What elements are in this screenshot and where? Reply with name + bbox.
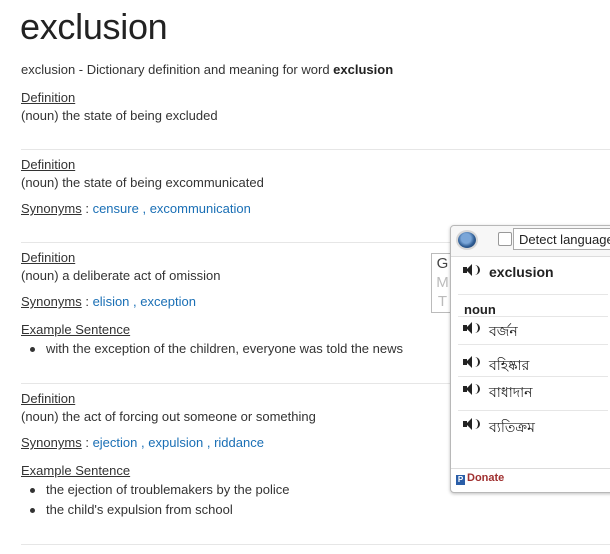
definition-text: (noun) a deliberate act of omission [21,268,221,283]
definition-label: Definition [21,250,76,265]
synonyms-row: Synonyms : censure , excommunication [21,201,251,216]
popup-divider [458,376,608,377]
page-subtitle: exclusion - Dictionary definition and me… [21,62,393,77]
subtitle-prefix: exclusion - Dictionary definition and me… [21,62,334,77]
speaker-icon[interactable] [463,263,480,277]
donate-label: Donate [467,472,505,484]
example-sentence: the ejection of troublemakers by the pol… [30,482,290,497]
example-sentence-label: Example Sentence [21,322,131,337]
synonyms-colon: : [81,294,89,309]
popup-footer-divider [451,468,610,469]
popup-word: exclusion [489,264,554,280]
synonyms-label: Synonyms [21,294,82,309]
example-sentence: the child's expulsion from school [30,502,233,517]
globe-icon[interactable] [458,232,476,248]
definition-label: Definition [21,157,76,172]
synonym-link[interactable]: censure [93,201,139,216]
definition-label: Definition [21,391,76,406]
synonyms-colon: : [81,201,89,216]
detect-language-checkbox[interactable] [498,232,512,246]
speaker-icon[interactable] [463,417,480,431]
definition-label: Definition [21,90,76,105]
popup-divider [458,344,608,345]
synonyms-row: Synonyms : elision , exception [21,294,196,309]
divider [21,544,610,545]
detect-language-select[interactable]: Detect language [513,228,610,250]
page-title: exclusion [20,6,168,47]
translation-item: বর্জন [489,323,518,339]
popup-divider [458,294,608,295]
divider [21,149,610,150]
speaker-icon[interactable] [463,355,480,369]
speaker-icon[interactable] [463,321,480,335]
synonym-link[interactable]: riddance [214,435,264,450]
example-sentence-label: Example Sentence [21,463,131,478]
synonym-link[interactable]: excommunication [150,201,251,216]
synonyms-label: Synonyms [21,435,82,450]
paypal-icon: P [456,475,465,485]
subtitle-word: exclusion [333,62,394,77]
translation-item: ব্যতিক্রম [489,419,535,435]
synonym-link[interactable]: exception [140,294,196,309]
example-sentence: with the exception of the children, ever… [30,341,403,356]
synonym-link[interactable]: elision [93,294,130,309]
popup-divider [458,410,608,411]
definition-text: (noun) the state of being excluded [21,108,218,123]
translation-item: বাধাদান [489,384,533,400]
synonyms-colon: : [81,435,89,450]
popup-divider [458,316,608,317]
donate-button[interactable]: P Donate [456,472,504,485]
synonym-link[interactable]: ejection [93,435,138,450]
part-of-speech: noun [464,302,496,317]
speaker-icon[interactable] [463,382,480,396]
definition-text: (noun) the state of being excommunicated [21,175,264,190]
definition-text: (noun) the act of forcing out someone or… [21,409,316,424]
synonyms-label: Synonyms [21,201,82,216]
synonym-link[interactable]: expulsion [148,435,203,450]
synonyms-row: Synonyms : ejection , expulsion , riddan… [21,435,264,450]
translation-item: বহিষ্কার [489,357,530,373]
